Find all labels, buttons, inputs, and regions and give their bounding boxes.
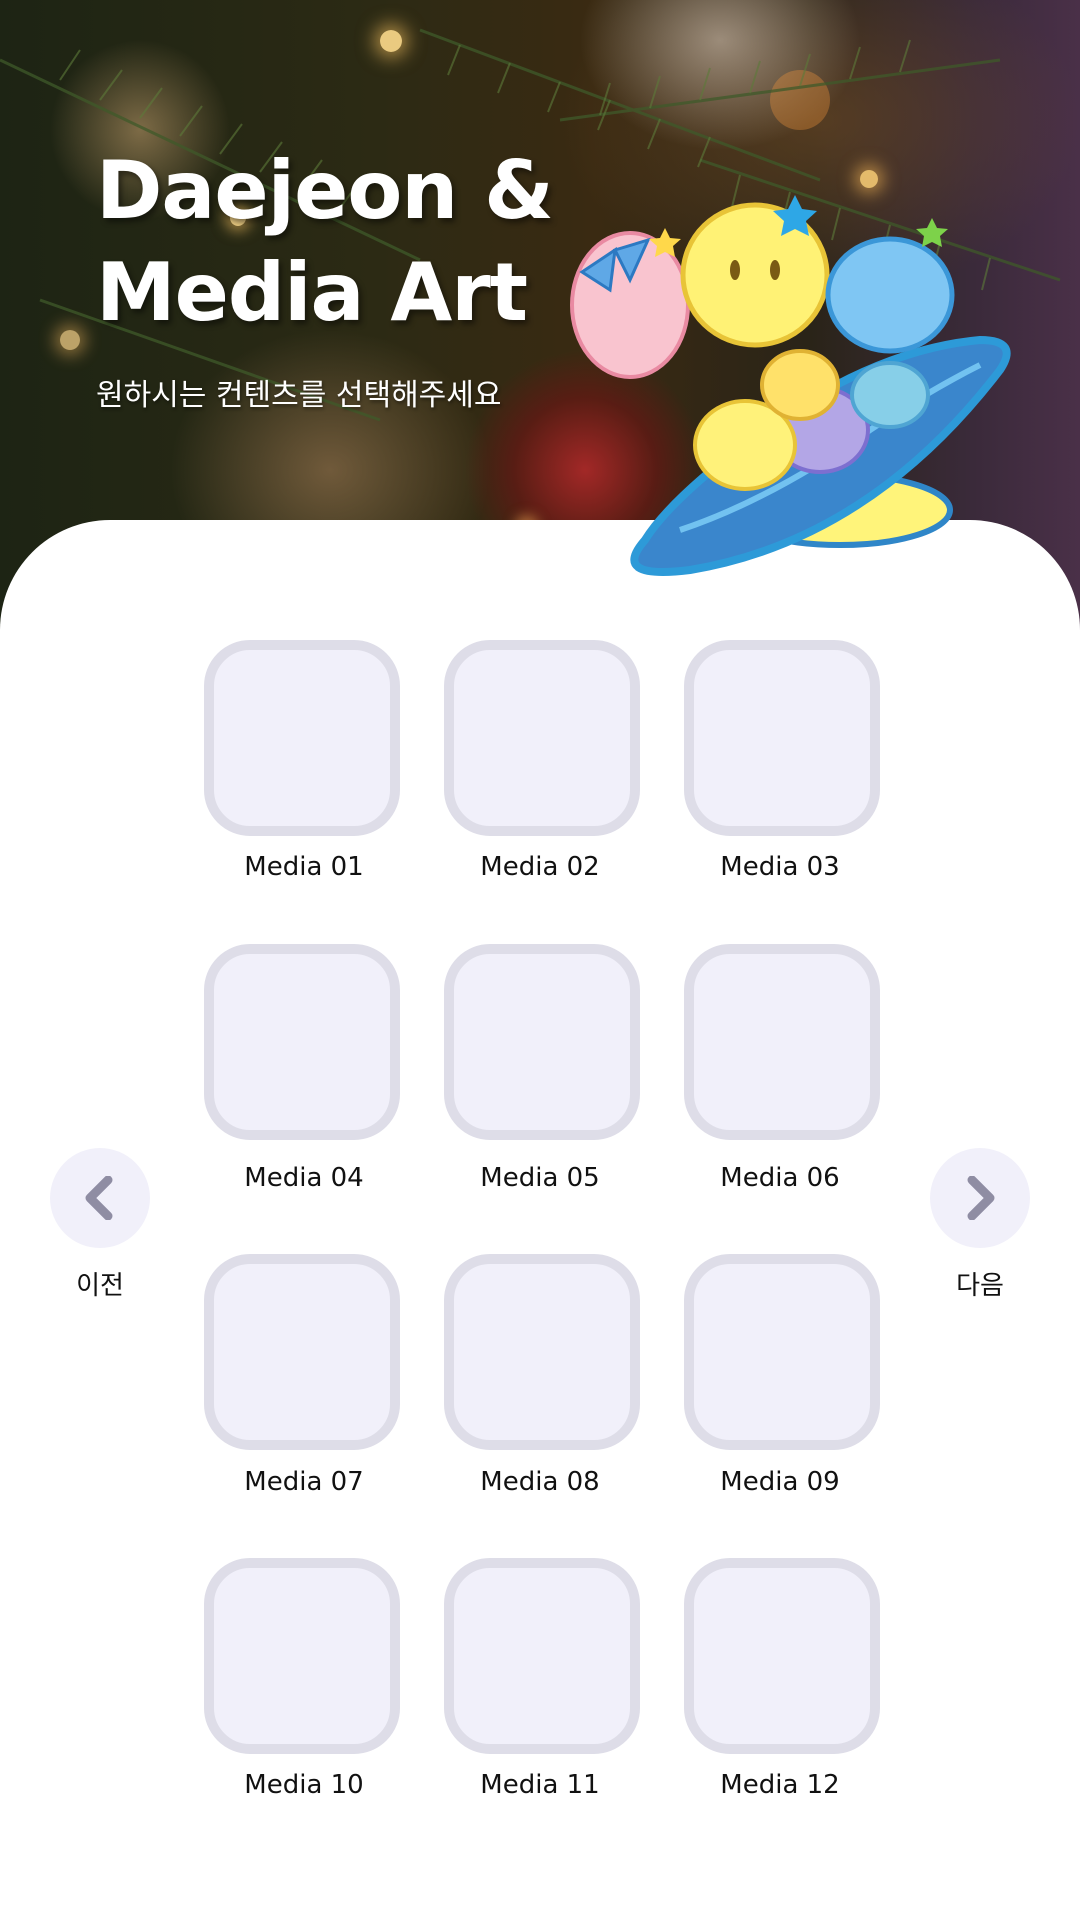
media-label-03: Media 03	[720, 852, 840, 882]
next-button[interactable]	[930, 1148, 1030, 1248]
media-label-07: Media 07	[244, 1467, 364, 1497]
chevron-left-icon	[85, 1176, 113, 1220]
chevron-right-icon	[967, 1176, 995, 1220]
media-label-08: Media 08	[480, 1467, 600, 1497]
media-tile-09[interactable]	[684, 1254, 880, 1450]
media-tile-07[interactable]	[204, 1254, 400, 1450]
prev-label: 이전	[76, 1271, 124, 1301]
media-label-12: Media 12	[720, 1770, 840, 1800]
media-label-10: Media 10	[244, 1770, 364, 1800]
media-label-02: Media 02	[480, 852, 600, 882]
media-label-01: Media 01	[244, 852, 364, 882]
media-tile-12[interactable]	[684, 1558, 880, 1754]
hero-subtitle: 원하시는 컨텐츠를 선택해주세요	[96, 378, 502, 413]
media-tile-10[interactable]	[204, 1558, 400, 1754]
media-tile-11[interactable]	[444, 1558, 640, 1754]
mascot-ufo-illustration	[570, 195, 1011, 576]
media-tile-01[interactable]	[204, 640, 400, 836]
media-label-06: Media 06	[720, 1163, 840, 1193]
next-label: 다음	[956, 1271, 1004, 1301]
media-tile-04[interactable]	[204, 944, 400, 1140]
media-label-04: Media 04	[244, 1163, 364, 1193]
media-tile-08[interactable]	[444, 1254, 640, 1450]
media-tile-05[interactable]	[444, 944, 640, 1140]
media-tile-02[interactable]	[444, 640, 640, 836]
media-label-09: Media 09	[720, 1467, 840, 1497]
media-tile-03[interactable]	[684, 640, 880, 836]
media-label-05: Media 05	[480, 1163, 600, 1193]
media-tile-06[interactable]	[684, 944, 880, 1140]
prev-button[interactable]	[50, 1148, 150, 1248]
media-label-11: Media 11	[480, 1770, 600, 1800]
